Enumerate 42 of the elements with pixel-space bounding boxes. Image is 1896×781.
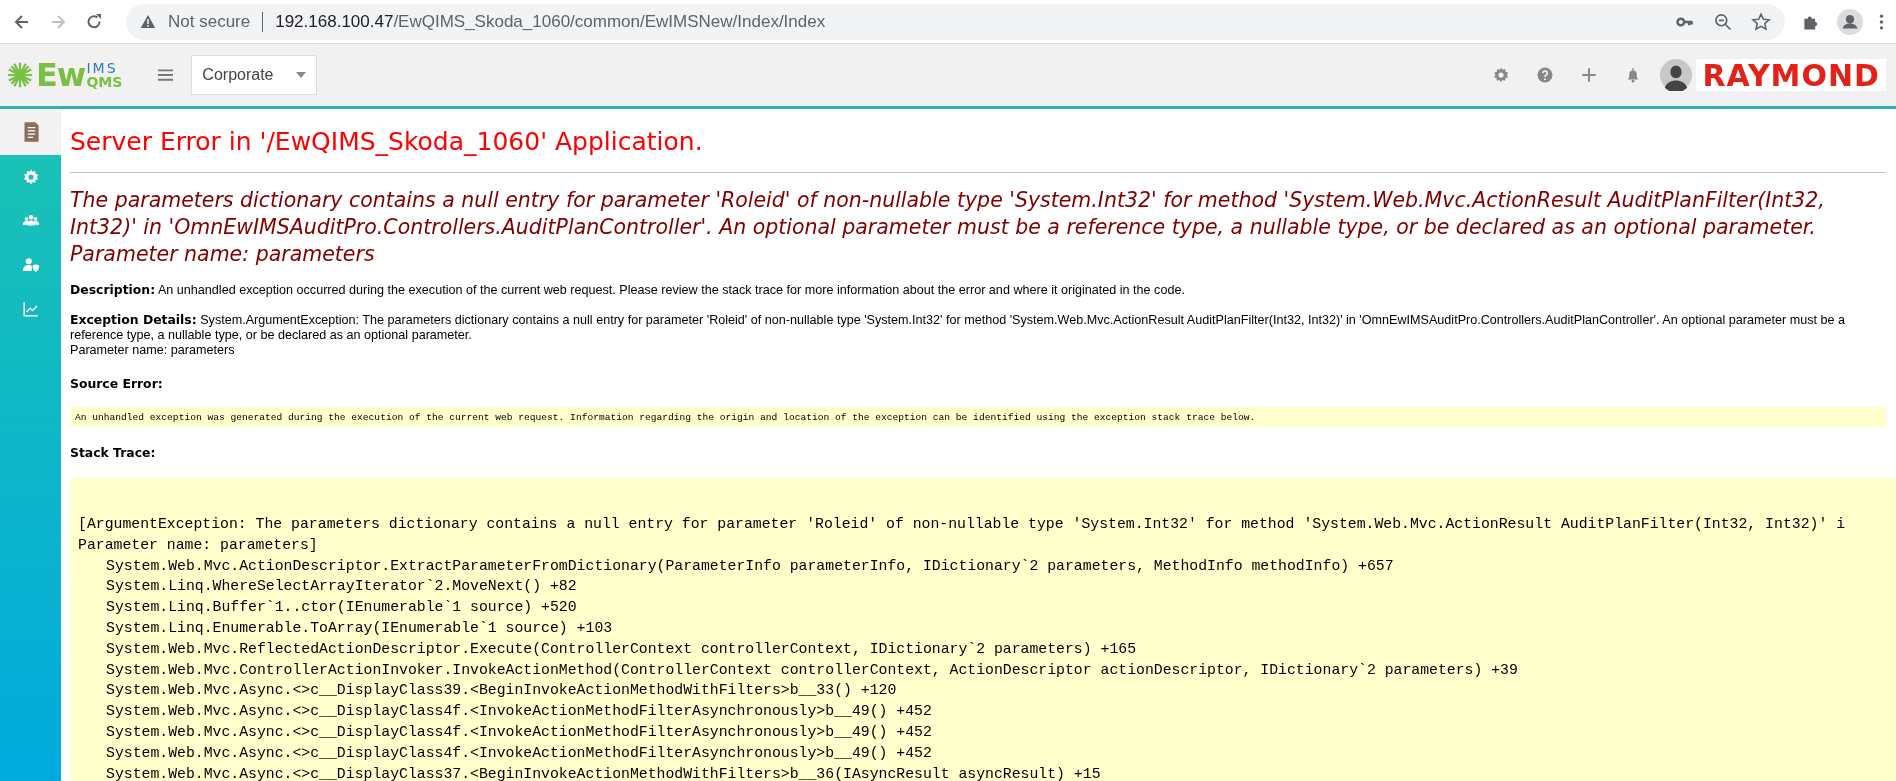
source-error-text: An unhandled exception was generated during the execution of the current web request. Information regarding the origin and location of the exception can be identified using the exception stack trace below.: [75, 411, 1256, 423]
zoom-out-icon[interactable]: [1713, 11, 1733, 32]
stack-trace-line: Parameter name: parameters]: [78, 535, 319, 555]
stack-frame-line: System.Web.Mvc.Async.<>c__DisplayClass39.<BeginInvokeActionMethodWithFilters>b__33() +120: [105, 681, 898, 701]
stack-frame-line: System.Web.Mvc.Async.<>c__DisplayClass4f.<InvokeActionMethodFilterAsynchronously>b__49() +452: [105, 702, 933, 722]
stack-trace-line: [ArgumentException: The parameters dictionary contains a null entry for parameter 'Roleid' of non-nullable type 'System.Int32' for method 'System.Web.Mvc.ActionResult AuditPlanFilter(Int32, Int32)' i: [78, 515, 1847, 534]
star-icon[interactable]: [1751, 11, 1771, 32]
url-host: 192.168.100.47: [275, 11, 394, 32]
stack-frame-line: System.Web.Mvc.ActionDescriptor.ExtractParameterFromDictionary(ParameterInfo parameterInfo, IDictionary`2 parameters, MethodInfo methodInfo) +657: [105, 556, 1395, 576]
menu-icon[interactable]: [158, 68, 174, 82]
help-icon[interactable]: [1536, 66, 1555, 84]
chart-icon: [21, 300, 40, 318]
stack-frame-line: System.Web.Mvc.ControllerActionInvoker.InvokeActionMethod(ControllerContext controllerContext, ActionDescriptor actionDescriptor, IDictionary`2 parameters) +39: [105, 660, 1519, 680]
caret-icon: [296, 72, 307, 78]
user-shield-icon: [21, 256, 40, 274]
add-icon[interactable]: [1580, 66, 1599, 84]
error-message: The parameters dictionary contains a null entry for parameter 'Roleid' of non-nullable type 'System.Int32' for method 'System.Web.Mvc.ActionResult AuditPlanFilter(Int32, Int32)' in 'OmnEwIMSAuditPro.Controllers.AuditPlanController'. An optional parameter must be a reference type, a nullable type, or be declared as an optional parameter. Parameter name: parameters: [70, 187, 1826, 268]
sidebar-item[interactable]: [0, 109, 61, 155]
address-bar[interactable]: Not secure 192.168.100.47/EwQIMS_Skoda_1060/common/EwIMSNew/Index/Index: [126, 3, 1785, 40]
stack-frame-line: System.Web.Mvc.Async.<>c__DisplayClass4f.<InvokeActionMethodFilterAsynchronously>b__49() +452: [105, 743, 933, 763]
stack-frame-line: System.Linq.Enumerable.ToArray(IEnumerable`1 source) +103: [105, 619, 614, 638]
settings-icon[interactable]: [1492, 66, 1511, 84]
menu-icon[interactable]: [1879, 12, 1884, 31]
stack-frame-line: System.Web.Mvc.Async.<>c__DisplayClass37.<BeginInvokeActionMethodWithFilters>b__36(IAsyncResult asyncResult) +15: [105, 764, 1102, 781]
error-title: Server Error in '/EwQIMS_Skoda_1060' Application.: [70, 126, 704, 158]
description-text: Description: An unhandled exception occurred during the execution of the current web request. Please review the stack trace for more information about the error and where it originated in the code.: [70, 282, 1186, 298]
stack-frame-line: System.Linq.Buffer`1..ctor(IEnumerable`1 source) +520: [105, 598, 578, 618]
warning-icon: [140, 14, 156, 29]
brand-logo: RAYMOND: [1696, 59, 1886, 91]
exception-details-text: Exception Details: System.ArgumentException: The parameters dictionary contains a null entry for parameter 'Roleid' of non-nullable type 'System.Int32' for method 'System.Web.Mvc.ActionResult AuditPlanFilter(Int32, Int32)' in 'OmnEwIMSAuditPro.Controllers.AuditPlanController'. An optional parameter must be a reference type, a nullable type, or be declared as an optional parameter. Parameter name: parameters: [70, 312, 1847, 358]
security-label: Not secure: [168, 11, 251, 32]
stack-frame-line: System.Linq.WhereSelectArrayIterator`2.MoveNext() +82: [105, 577, 578, 597]
stack-trace-heading: Stack Trace:: [70, 445, 157, 460]
profile-icon[interactable]: [1837, 8, 1863, 35]
sun-icon: [6, 61, 34, 89]
stack-frame-line: System.Web.Mvc.Async.<>c__DisplayClass4f.<InvokeActionMethodFilterAsynchronously>b__49() +452: [105, 722, 933, 742]
gear-icon: [21, 168, 40, 186]
stack-frame-line: System.Web.Mvc.ReflectedActionDescriptor.Execute(ControllerContext controllerContext, IDictionary`2 parameters) +165: [105, 639, 1138, 659]
source-error-heading: Source Error:: [70, 376, 164, 391]
company-dropdown[interactable]: Corporate: [191, 55, 318, 95]
url-path: /EwQIMS_Skoda_1060/common/EwIMSNew/Index/Index: [393, 11, 826, 32]
user-avatar[interactable]: [1660, 59, 1693, 91]
